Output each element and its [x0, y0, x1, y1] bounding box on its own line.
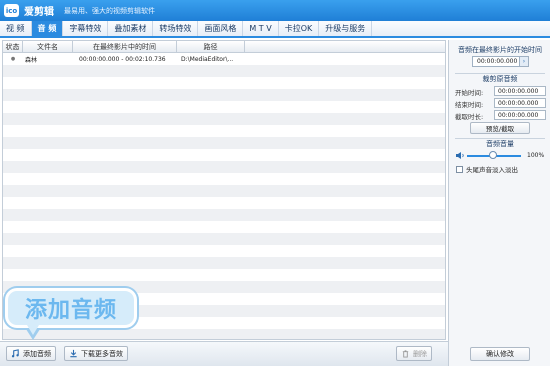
callout-tail-inner: [27, 325, 39, 335]
volume-slider[interactable]: 100%: [455, 151, 547, 160]
app-window: ico 爱剪辑 最易用、强大的视频剪辑软件 视 频 音 频 字幕特效 叠加素材 …: [0, 0, 550, 366]
delete-label: 删除: [413, 349, 427, 358]
empty-row: [3, 101, 445, 113]
fade-checkbox[interactable]: [456, 165, 463, 173]
clip-duration-label: 截取时长:: [455, 113, 484, 121]
empty-row: [3, 113, 445, 125]
app-name: 爱剪辑: [24, 7, 54, 18]
empty-row: [3, 137, 445, 149]
table-row[interactable]: ● 森林 00:00:00.000 - 00:02:10.736 D:\Medi…: [3, 53, 445, 65]
delete-button[interactable]: 删除: [396, 346, 432, 361]
clip-end-label: 结束时间:: [455, 101, 484, 109]
download-effects-button[interactable]: 下载更多音效: [64, 346, 128, 361]
clip-start-field[interactable]: 00:00:00.000: [494, 86, 546, 96]
add-audio-label: 添加音频: [23, 349, 51, 358]
logo-text: ico: [5, 6, 18, 15]
row-filename: 森林: [25, 56, 38, 64]
empty-row: [3, 257, 445, 269]
empty-row: [3, 269, 445, 281]
col-path[interactable]: 路径: [177, 41, 245, 52]
empty-row: [3, 65, 445, 77]
empty-row: [3, 149, 445, 161]
confirm-changes-button[interactable]: 确认修改: [470, 347, 530, 361]
empty-row: [3, 233, 445, 245]
empty-row: [3, 245, 445, 257]
clip-title: 裁剪原音频: [482, 75, 518, 83]
callout-text: 添加音频: [24, 298, 117, 323]
volume-percent: 100%: [527, 152, 545, 159]
audio-settings-panel: 音频在最终影片的开始时间 00:00:00.000 › 裁剪原音频 开始时间: …: [448, 40, 550, 366]
tab-upgrade[interactable]: 升级与服务: [319, 21, 373, 36]
empty-row: [3, 185, 445, 197]
tab-subtitle-effects[interactable]: 字幕特效: [63, 21, 109, 36]
col-status[interactable]: 状态: [3, 41, 23, 52]
start-time-title: 音频在最终影片的开始时间: [458, 46, 542, 54]
row-time: 00:00:00.000 - 00:02:10.736: [79, 55, 166, 63]
col-time[interactable]: 在最终影片中的时间: [73, 41, 177, 52]
empty-row: [3, 89, 445, 101]
row-status-icon: ●: [10, 56, 16, 62]
volume-knob[interactable]: [489, 151, 497, 159]
download-effects-label: 下载更多音效: [81, 349, 123, 358]
download-icon: [70, 349, 77, 358]
empty-row: [3, 125, 445, 137]
fade-label: 头尾声音淡入淡出: [466, 166, 518, 174]
clip-duration-field[interactable]: 00:00:00.000: [494, 110, 546, 120]
empty-row: [3, 221, 445, 233]
clip-start-label: 开始时间:: [455, 89, 484, 97]
start-time-value: 00:00:00.000: [477, 58, 518, 65]
tab-overlay[interactable]: 叠加素材: [108, 21, 154, 36]
tab-video[interactable]: 视 频: [0, 21, 32, 36]
add-audio-callout: 添加音频: [5, 288, 137, 328]
volume-title: 音频音量: [486, 140, 514, 148]
chevron-right-icon[interactable]: ›: [519, 57, 528, 66]
tab-transitions[interactable]: 转场特效: [153, 21, 199, 36]
clip-end-field[interactable]: 00:00:00.000: [494, 98, 546, 108]
main-tabs: 视 频 音 频 字幕特效 叠加素材 转场特效 画面风格 M T V 卡拉OK 升…: [0, 21, 550, 38]
empty-row: [3, 161, 445, 173]
tab-audio[interactable]: 音 频: [31, 21, 64, 36]
row-path: D:\MediaEditor\...: [181, 55, 234, 63]
tab-karaoke[interactable]: 卡拉OK: [279, 21, 320, 36]
empty-row: [3, 197, 445, 209]
fade-option[interactable]: 头尾声音淡入淡出: [456, 164, 518, 174]
col-empty: [245, 41, 445, 52]
music-note-icon: [11, 349, 19, 358]
app-slogan: 最易用、强大的视频剪辑软件: [64, 6, 155, 15]
add-audio-button[interactable]: 添加音频: [6, 346, 56, 361]
title-bar: ico 爱剪辑 最易用、强大的视频剪辑软件: [0, 0, 550, 21]
table-header: 状态 文件名 在最终影片中的时间 路径: [3, 41, 445, 53]
tab-mtv[interactable]: M T V: [243, 21, 279, 36]
empty-row: [3, 329, 445, 339]
preview-clip-button[interactable]: 预览/截取: [470, 122, 530, 134]
empty-row: [3, 77, 445, 89]
col-filename[interactable]: 文件名: [23, 41, 73, 52]
trash-icon: [402, 350, 409, 358]
bottom-toolbar: 添加音频 下载更多音效 删除: [0, 341, 448, 366]
empty-row: [3, 173, 445, 185]
empty-row: [3, 209, 445, 221]
speaker-icon[interactable]: [455, 151, 465, 160]
app-logo: ico: [4, 4, 19, 17]
start-time-field[interactable]: 00:00:00.000 ›: [472, 56, 529, 67]
tab-styles[interactable]: 画面风格: [198, 21, 244, 36]
